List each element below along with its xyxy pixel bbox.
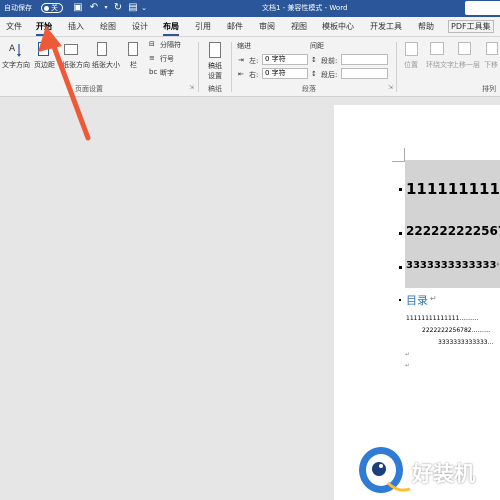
watermark-text: 好装机 — [412, 462, 475, 486]
annotation-arrow — [38, 26, 91, 141]
watermark-logo-icon — [359, 447, 411, 493]
